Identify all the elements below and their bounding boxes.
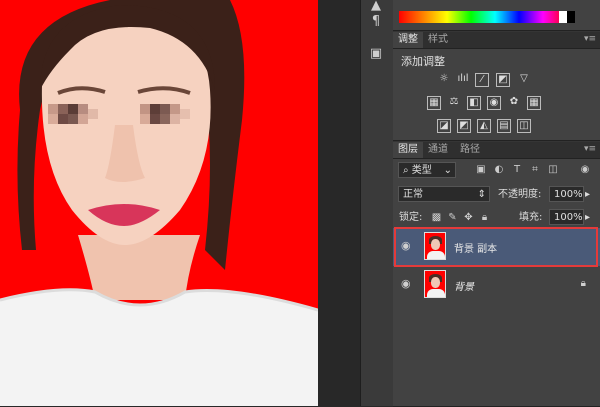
levels-icon[interactable]: ılıl: [456, 73, 470, 87]
blend-mode-value: 正常: [403, 189, 423, 200]
right-panels: 调整 样式 ▾≡ 添加调整 ☼ ılıl ⁄ ◩ ▽ ▦ ⚖ ◧ ◉ ✿ ▦ ◪…: [393, 0, 600, 407]
paragraph-icon[interactable]: ¶: [365, 12, 387, 32]
vibrance-icon[interactable]: ▽: [517, 73, 531, 87]
document-canvas[interactable]: [0, 0, 318, 406]
selective-color-icon[interactable]: ◫: [517, 119, 531, 133]
posterize-icon[interactable]: ◩: [457, 119, 471, 133]
panel-menu-icon[interactable]: ▾≡: [584, 144, 596, 154]
adjustment-filter-icon[interactable]: ◐: [493, 164, 505, 176]
color-spectrum[interactable]: [399, 11, 575, 23]
lock-label: 锁定:: [399, 212, 423, 223]
search-icon: ⌕: [403, 165, 412, 176]
tab-paths[interactable]: 路径: [455, 142, 485, 158]
opacity-input[interactable]: 100%: [549, 186, 584, 202]
filter-toggle-icon[interactable]: ◉: [579, 164, 591, 176]
black-white-icon[interactable]: ◧: [467, 96, 481, 110]
portrait-photo: [0, 0, 318, 406]
adjustments-tabbar: 调整 样式 ▾≡: [393, 32, 600, 49]
color-balance-icon[interactable]: ⚖: [447, 96, 461, 110]
opacity-dropdown-icon[interactable]: ▸: [585, 186, 590, 203]
tab-styles[interactable]: 样式: [423, 32, 453, 48]
chevron-updown-icon: ⇕: [477, 189, 486, 200]
shape-filter-icon[interactable]: ⌗: [529, 164, 541, 176]
layer-name[interactable]: 背景: [454, 278, 474, 293]
eye-icon[interactable]: ◉: [401, 278, 413, 290]
lock-icon: 🔒︎: [580, 278, 586, 289]
tab-channels[interactable]: 通道: [423, 142, 453, 158]
curves-icon[interactable]: ⁄: [475, 73, 489, 87]
invert-icon[interactable]: ◪: [437, 119, 451, 133]
fill-input[interactable]: 100%: [549, 209, 584, 225]
type-filter-icon[interactable]: T: [511, 164, 523, 176]
lock-paint-icon[interactable]: ✎: [447, 212, 458, 223]
black-swatch[interactable]: [567, 11, 575, 23]
canvas-gutter: [318, 0, 360, 406]
smart-object-filter-icon[interactable]: ◫: [547, 164, 559, 176]
layers-tabbar: 图层 通道 路径 ▾≡: [393, 142, 600, 159]
photo-filter-icon[interactable]: ◉: [487, 96, 501, 110]
layer-thumbnail: [424, 270, 446, 298]
fill-label: 填充:: [519, 212, 543, 223]
color-panel: [393, 0, 600, 31]
adjustments-panel: 调整 样式 ▾≡ 添加调整 ☼ ılıl ⁄ ◩ ▽ ▦ ⚖ ◧ ◉ ✿ ▦ ◪…: [393, 32, 600, 141]
filter-kind-label: 类型: [411, 165, 432, 176]
brightness-icon[interactable]: ☼: [437, 73, 451, 87]
opacity-label: 不透明度:: [498, 189, 542, 200]
channel-mixer-icon[interactable]: ✿: [507, 96, 521, 110]
tab-adjustments[interactable]: 调整: [393, 32, 423, 48]
gradient-map-icon[interactable]: ▤: [497, 119, 511, 133]
lock-all-icon[interactable]: 🔒︎: [479, 212, 490, 223]
panel-dock-strip: ▲ ¶ ▣: [360, 0, 394, 406]
lock-transparency-icon[interactable]: ▩: [431, 212, 442, 223]
layers-panel: 图层 通道 路径 ▾≡ ⌕ 类型 ⌄ ▣ ◐ T ⌗ ◫ ◉ 正常 ⇕ 不透明度: …: [393, 142, 600, 407]
panel-menu-icon[interactable]: ▾≡: [584, 34, 596, 44]
tab-layers[interactable]: 图层: [393, 142, 423, 158]
threshold-icon[interactable]: ◭: [477, 119, 491, 133]
blend-mode-select[interactable]: 正常 ⇕: [398, 186, 490, 202]
fill-dropdown-icon[interactable]: ▸: [585, 209, 590, 226]
pixel-filter-icon[interactable]: ▣: [475, 164, 487, 176]
selection-highlight-box: [394, 227, 598, 267]
color-lookup-icon[interactable]: ▦: [527, 96, 541, 110]
lock-position-icon[interactable]: ✥: [463, 212, 474, 223]
properties-icon[interactable]: ▣: [365, 44, 387, 64]
add-adjustment-title: 添加调整: [401, 55, 445, 68]
exposure-icon[interactable]: ◩: [496, 73, 510, 87]
layer-filter-select[interactable]: ⌕ 类型 ⌄: [398, 162, 456, 178]
layer-row[interactable]: ◉ 背景 🔒︎: [393, 266, 600, 304]
hue-saturation-icon[interactable]: ▦: [427, 96, 441, 110]
chevron-down-icon: ⌄: [443, 165, 452, 176]
